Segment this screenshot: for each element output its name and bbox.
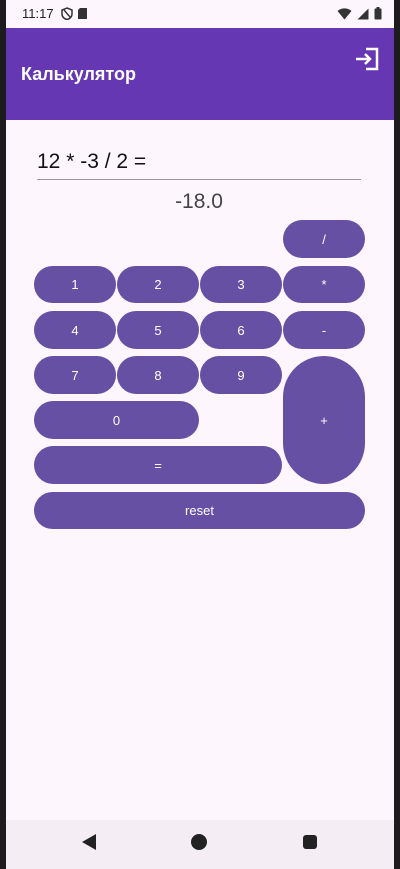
exit-button[interactable]	[352, 44, 382, 74]
plus-button[interactable]: +	[283, 356, 365, 484]
status-left-icons	[61, 7, 88, 20]
battery-icon	[374, 7, 382, 20]
wifi-icon	[337, 7, 352, 19]
sd-card-icon	[78, 8, 87, 19]
digit-7-button[interactable]: 7	[34, 356, 116, 394]
digit-6-button[interactable]: 6	[200, 311, 282, 349]
digit-5-button[interactable]: 5	[117, 311, 199, 349]
shield-icon	[61, 7, 73, 20]
divide-button[interactable]: /	[283, 220, 365, 258]
expression-input[interactable]	[37, 150, 361, 180]
status-right-icons	[337, 7, 382, 20]
status-bar: 11:17	[6, 0, 394, 28]
status-time: 11:17	[22, 6, 54, 21]
reset-button[interactable]: reset	[34, 492, 365, 529]
digit-8-button[interactable]: 8	[117, 356, 199, 394]
digit-2-button[interactable]: 2	[117, 266, 199, 303]
digit-0-button[interactable]: 0	[34, 401, 199, 439]
multiply-button[interactable]: *	[283, 266, 365, 303]
device-screen: 11:17 Калькулятор 12 * -3 / 2 = -18.0 / …	[0, 0, 400, 869]
digit-1-button[interactable]: 1	[34, 266, 116, 303]
app-title: Калькулятор	[21, 64, 137, 84]
digit-9-button[interactable]: 9	[200, 356, 282, 394]
home-icon[interactable]	[191, 834, 207, 850]
signal-icon	[357, 8, 369, 19]
result-display: -18.0	[175, 190, 223, 213]
digit-3-button[interactable]: 3	[200, 266, 282, 303]
digit-4-button[interactable]: 4	[34, 311, 116, 349]
app-bar: Калькулятор	[6, 28, 394, 120]
exit-icon	[356, 47, 379, 71]
back-icon[interactable]	[82, 834, 96, 850]
minus-button[interactable]: -	[283, 311, 365, 349]
navigation-bar	[6, 820, 394, 869]
recents-icon[interactable]	[303, 835, 317, 849]
equals-button[interactable]: =	[34, 446, 282, 484]
